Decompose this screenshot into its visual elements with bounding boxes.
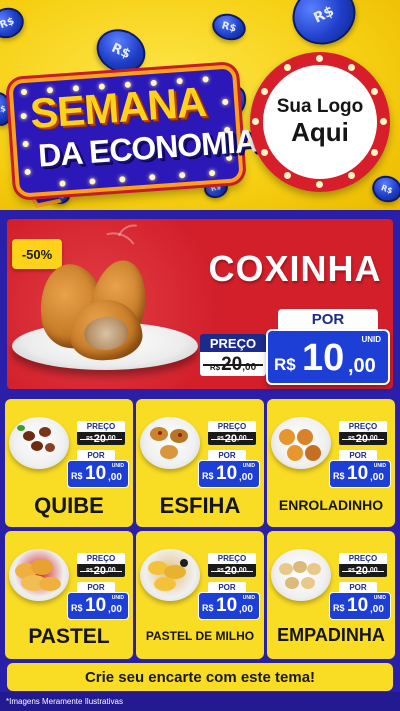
product-card: PREÇOR$20,00PORUNIDR$10,00PASTEL (5, 531, 133, 659)
esfiha-plate-icon (140, 417, 200, 469)
logo-circle: Sua Logo Aqui (263, 65, 377, 179)
discount-badge: -50% (12, 239, 62, 269)
product-name: ESFIHA (159, 493, 241, 518)
corn-pastel-basket-icon (140, 549, 200, 601)
product-name: PASTEL (28, 625, 110, 648)
old-price-value: R$20,00 (339, 432, 387, 445)
new-price: UNID R$ 10,00 (67, 592, 129, 620)
coin-icon: R$ (282, 0, 366, 55)
old-price-value: R$20,00 (77, 432, 125, 445)
old-price-label: PREÇO (208, 553, 256, 564)
new-price: UNID R$ 10,00 (198, 592, 260, 620)
coin-icon: R$ (209, 10, 249, 44)
coin-icon: R$ (0, 3, 29, 43)
old-price-label: PREÇO (339, 553, 387, 564)
product-card: PREÇOR$20,00PORUNIDR$10,00PASTEL DE MILH… (136, 531, 264, 659)
new-price: UNID R$ 10,00 (198, 460, 260, 488)
product-card: PREÇOR$20,00PORUNIDR$10,00EMPADINHA (267, 531, 395, 659)
old-price: PREÇOR$20,00 (208, 553, 256, 577)
logo-text-line-2: Aqui (291, 117, 349, 148)
old-price: PREÇOR$20,00 (339, 553, 387, 577)
product-name: QUIBE (34, 493, 104, 518)
disclaimer-text: *Imagens Meramente Ilustrativas (6, 697, 123, 706)
old-price: PREÇOR$20,00 (77, 553, 125, 577)
logo-placeholder: Sua Logo Aqui (250, 52, 390, 192)
pastel-basket-icon (9, 549, 69, 601)
old-price-value: R$20,00 (208, 564, 256, 577)
cta-banner: Crie seu encarte com este tema! (7, 663, 393, 691)
old-price: PREÇOR$20,00 (208, 421, 256, 445)
old-price: PREÇOR$20,00 (339, 421, 387, 445)
product-card: PREÇOR$20,00PORUNIDR$10,00QUIBE (5, 399, 133, 527)
old-price-value: R$20,00 (339, 564, 387, 577)
old-price-label: PREÇO (339, 421, 387, 432)
new-price: UNID R$ 10,00 (67, 460, 129, 488)
old-price-value: R$ 20 ,00 (200, 352, 266, 376)
product-name: PASTEL DE MILHO (145, 629, 255, 643)
product-card: PREÇOR$20,00PORUNIDR$10,00ESFIHA (136, 399, 264, 527)
hero-product-name: COXINHA (208, 248, 382, 289)
kibbeh-plate-icon (9, 417, 69, 469)
enroladinho-plate-icon (271, 417, 331, 469)
old-price-value: R$20,00 (208, 432, 256, 445)
coin-icon: R$ (368, 171, 400, 207)
empadinha-plate-icon (271, 549, 331, 601)
old-price-label: PREÇO (208, 421, 256, 432)
hero-new-price: UNID R$ 10 ,00 (266, 329, 390, 385)
new-price: UNID R$ 10,00 (329, 460, 391, 488)
old-price: PREÇOR$20,00 (77, 421, 125, 445)
old-price-label: PREÇO (200, 334, 266, 352)
old-price-label: PREÇO (77, 421, 125, 432)
new-price: UNID R$ 10,00 (329, 592, 391, 620)
new-price-label: POR (278, 309, 378, 329)
product-card: PREÇOR$20,00PORUNIDR$10,00ENROLADINHO (267, 399, 395, 527)
product-name: ENROLADINHO (278, 497, 384, 513)
logo-text-line-1: Sua Logo (276, 96, 364, 118)
product-name: EMPADINHA (277, 625, 385, 645)
old-price-value: R$20,00 (77, 564, 125, 577)
hero-old-price: PREÇO R$ 20 ,00 (200, 334, 266, 384)
header-banner: R$ R$ R$ R$ R$ R$ R$ R$ R$ SEMANA DA ECO… (0, 0, 400, 212)
old-price-label: PREÇO (77, 553, 125, 564)
